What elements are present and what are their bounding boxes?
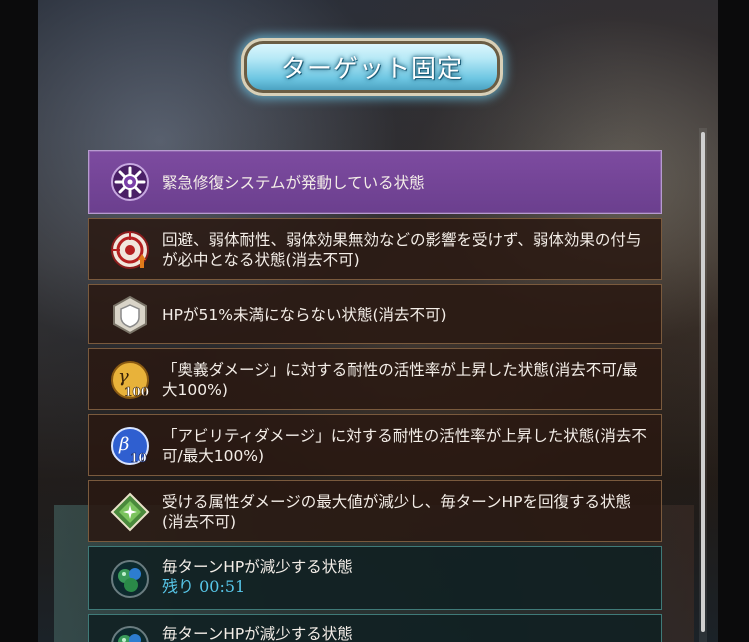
status-row-text: HPが51%未満にならない状態(消去不可) (162, 306, 447, 324)
target-lock-icon (111, 231, 149, 269)
status-row-ougi-resist[interactable]: γ 100 「奥義ダメージ」に対する耐性の活性率が上昇した状態(消去不可/最大1… (88, 348, 662, 410)
status-banner-label: ターゲット固定 (280, 54, 463, 83)
poison-icon (111, 560, 149, 598)
status-row-text: 毎ターンHPが減少する状態 (162, 625, 353, 642)
status-row-text: 「奥義ダメージ」に対する耐性の活性率が上昇した状態(消去不可/最大100%) (162, 361, 638, 399)
status-row-hp-guard[interactable]: HPが51%未満にならない状態(消去不可) (88, 284, 662, 344)
svg-text:100: 100 (124, 385, 149, 399)
status-banner: ターゲット固定 (241, 38, 503, 96)
status-row-element-guard[interactable]: 受ける属性ダメージの最大値が減少し、毎ターンHPを回復する状態(消去不可) (88, 480, 662, 542)
status-row-text: 緊急修復システムが発動している状態 (162, 174, 425, 192)
beta-10-icon: β 10 (111, 427, 149, 465)
status-row-poison-timed[interactable]: 毎ターンHPが減少する状態 残り 00:51 (88, 546, 662, 610)
gamma-100-icon: γ 100 (111, 361, 149, 399)
status-row-text-block: 毎ターンHPが減少する状態 残り 00:51 (162, 557, 649, 596)
status-row-poison[interactable]: 毎ターンHPが減少する状態 (88, 614, 662, 642)
status-row-text: 受ける属性ダメージの最大値が減少し、毎ターンHPを回復する状態(消去不可) (162, 493, 631, 531)
svg-text:γ: γ (118, 366, 129, 387)
element-guard-icon (110, 492, 150, 532)
poison-icon (111, 626, 149, 642)
game-screen: ターゲット固定 緊急修復システムが発動している状態 回避、弱体耐性、弱体効果無効… (0, 0, 749, 642)
status-row-text: 回避、弱体耐性、弱体効果無効などの影響を受けず、弱体効果の付与が必中となる状態(… (162, 231, 642, 269)
svg-text:10: 10 (130, 451, 147, 465)
status-row-repair[interactable]: 緊急修復システムが発動している状態 (88, 150, 662, 214)
repair-gear-icon (111, 163, 149, 201)
status-timer: 残り 00:51 (162, 577, 246, 596)
status-row-text: 「アビリティダメージ」に対する耐性の活性率が上昇した状態(消去不可/最大100%… (162, 427, 647, 465)
status-row-ability-resist[interactable]: β 10 「アビリティダメージ」に対する耐性の活性率が上昇した状態(消去不可/最… (88, 414, 662, 476)
status-row-target-lock[interactable]: 回避、弱体耐性、弱体効果無効などの影響を受けず、弱体効果の付与が必中となる状態(… (88, 218, 662, 280)
status-row-text: 毎ターンHPが減少する状態 (162, 558, 353, 576)
top-cropped-text (80, 0, 680, 12)
scrollbar-thumb[interactable] (701, 132, 705, 632)
svg-text:β: β (118, 434, 129, 455)
shield-icon (113, 295, 147, 335)
